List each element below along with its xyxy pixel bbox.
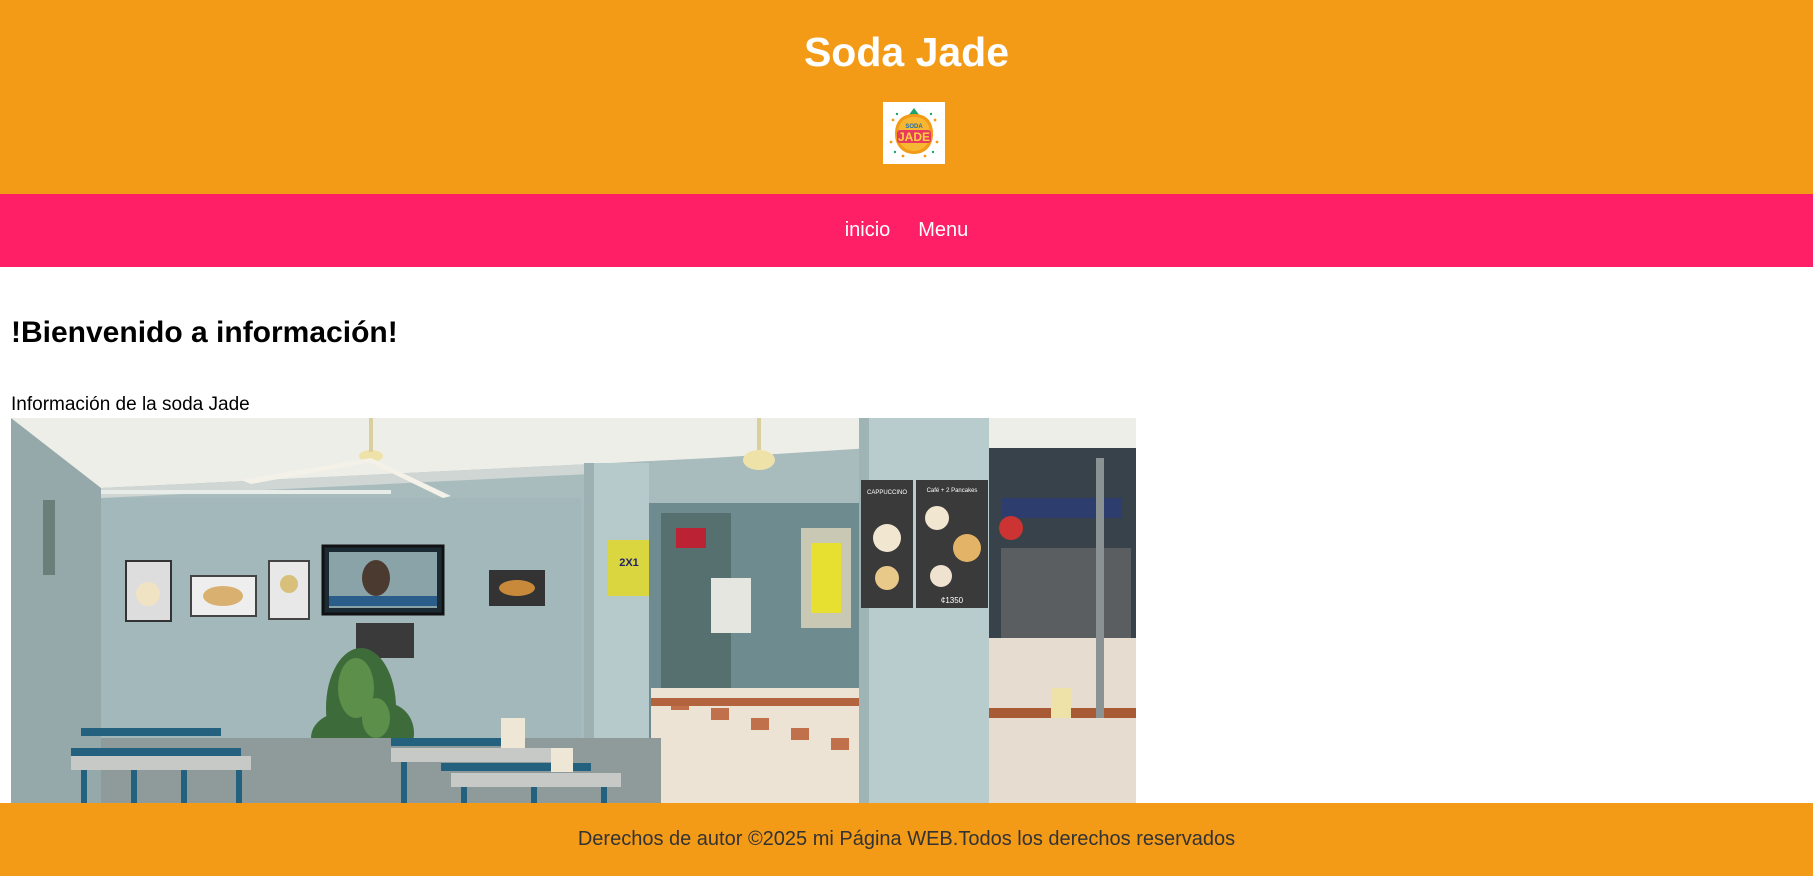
- site-header: Soda Jade SODA JADE: [0, 0, 1813, 194]
- poster-2x1-text: 2X1: [619, 557, 639, 569]
- site-footer: Derechos de autor ©2025 mi Página WEB.To…: [0, 803, 1813, 876]
- welcome-heading: !Bienvenido a información!: [11, 316, 398, 349]
- menu-board-1-text: CAPPUCCINO: [867, 490, 907, 496]
- logo-main-text: JADE: [898, 130, 930, 144]
- main-nav: inicio Menu: [0, 194, 1813, 267]
- menu-board-2-text: Café + 2 Pancakes: [927, 488, 978, 494]
- restaurant-interior-image: 2X1 CAPPUCCINO Café + 2 Pancakes ¢1350: [11, 418, 1136, 803]
- site-title: Soda Jade: [803, 29, 1010, 75]
- page: Soda Jade SODA JADE inicio Menu !Bienven…: [0, 0, 1813, 876]
- menu-board-2-price: ¢1350: [941, 596, 964, 605]
- nav-link-inicio[interactable]: inicio: [843, 215, 893, 246]
- info-description: Información de la soda Jade: [11, 394, 250, 415]
- restaurant-photo: 2X1 CAPPUCCINO Café + 2 Pancakes ¢1350: [11, 418, 1136, 803]
- nav-link-menu[interactable]: Menu: [916, 215, 970, 246]
- logo-graphic: SODA JADE: [883, 102, 945, 164]
- soda-jade-logo: SODA JADE: [883, 102, 945, 164]
- copyright-text: Derechos de autor ©2025 mi Página WEB.To…: [577, 828, 1236, 850]
